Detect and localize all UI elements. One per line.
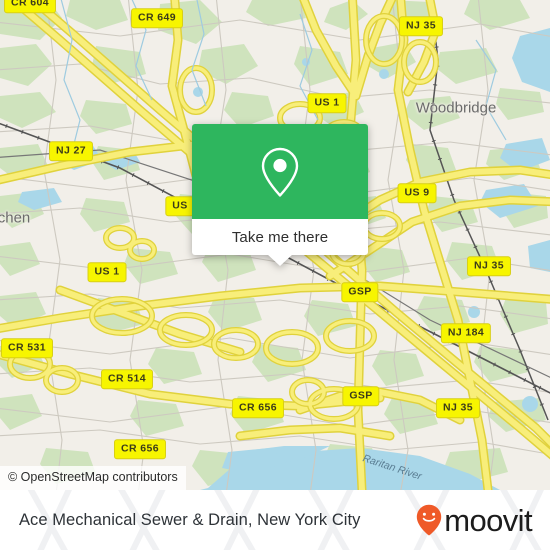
moovit-pin-icon	[417, 504, 442, 536]
map-shield: US 1	[87, 262, 127, 282]
popup-pointer-tail	[267, 254, 293, 266]
map-shield: GSP	[341, 282, 379, 302]
bottom-info-bar: Ace Mechanical Sewer & Drain, New York C…	[0, 490, 550, 550]
osm-attribution: © OpenStreetMap contributors	[0, 466, 186, 490]
map-shield: CR 604	[3, 0, 57, 13]
place-title: Ace Mechanical Sewer & Drain, New York C…	[19, 510, 361, 529]
moovit-wordmark: moovit	[444, 502, 532, 538]
map-shield: US 1	[307, 93, 347, 113]
map-shield: NJ 35	[466, 256, 512, 276]
take-me-there-button[interactable]: Take me there	[192, 219, 368, 266]
map-shield: US	[165, 196, 195, 216]
screenshot-root: CR 604 CR 649 NJ 35 US 1 NJ 27 US 9 US U…	[0, 0, 550, 550]
map-pin-icon	[261, 147, 299, 197]
place-label-metuchen: chen	[0, 209, 31, 227]
map-shield: NJ 184	[440, 323, 492, 343]
map-shield: NJ 27	[48, 141, 94, 161]
map-shield: CR 649	[130, 8, 184, 28]
map-shield: NJ 35	[398, 16, 444, 36]
map-shield: US 9	[397, 183, 437, 203]
map-shield: CR 514	[100, 369, 154, 389]
location-popup-card[interactable]: Take me there	[192, 124, 368, 266]
map-shield: CR 656	[231, 398, 285, 418]
moovit-logo[interactable]: moovit	[416, 502, 533, 538]
map-shield: CR 531	[0, 338, 54, 358]
map-shield: CR 656	[113, 439, 167, 459]
map-shield: NJ 35	[435, 398, 481, 418]
map-shield: GSP	[342, 386, 380, 406]
take-me-there-label: Take me there	[231, 228, 329, 246]
popup-image-area	[192, 124, 368, 219]
place-label-woodbridge: Woodbridge	[415, 99, 497, 117]
bottombar-content: Ace Mechanical Sewer & Drain, New York C…	[0, 490, 550, 550]
